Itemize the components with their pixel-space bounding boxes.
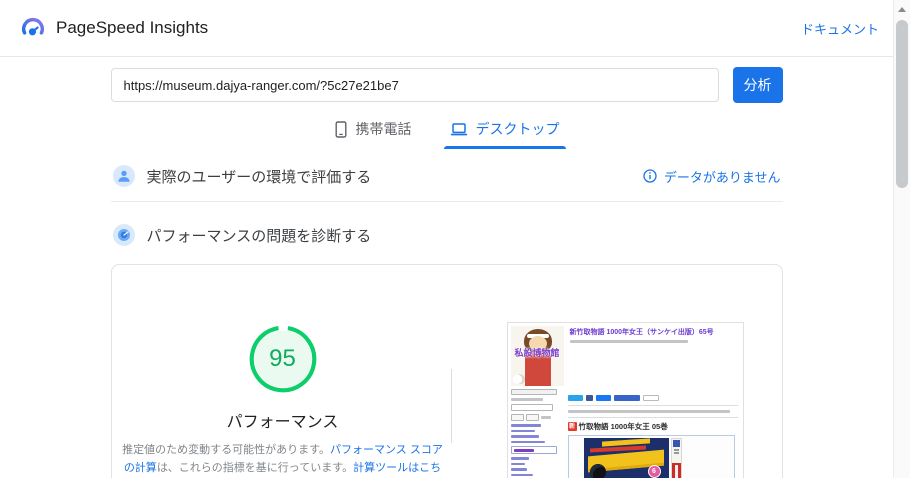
thumb-sidebar bbox=[510, 389, 561, 478]
thumb-divider bbox=[567, 417, 738, 418]
app-header: PageSpeed Insights ドキュメント bbox=[0, 0, 893, 57]
thumb-share-button bbox=[585, 395, 593, 401]
thumb-cat bbox=[512, 374, 525, 384]
thumb-book-spine bbox=[670, 438, 682, 478]
thumb-list-header-box bbox=[510, 446, 557, 454]
thumb-tags-line bbox=[567, 410, 730, 413]
thumb-link-line bbox=[510, 429, 535, 432]
tab-mobile[interactable]: 携帯電話 bbox=[328, 115, 418, 149]
thumb-link-line bbox=[510, 468, 527, 471]
field-data-section: 実際のユーザーの環境で評価する データがありません bbox=[110, 159, 783, 202]
spine-text-line bbox=[673, 449, 679, 451]
tab-desktop[interactable]: デスクトップ bbox=[443, 115, 566, 149]
tab-mobile-label: 携帯電話 bbox=[355, 121, 412, 137]
thumb-page-title: 新竹取物語 1000年女王（サンケイ出版）65号 bbox=[569, 329, 714, 336]
thumb-manga-cover: 6 bbox=[583, 438, 669, 478]
no-data-label: データがありません bbox=[663, 169, 781, 185]
spine-red-block bbox=[671, 463, 681, 478]
page: PageSpeed Insights ドキュメント 分析 携帯電話 bbox=[0, 0, 893, 478]
thumb-share-button bbox=[567, 395, 583, 401]
thumb-post-heading: 新 竹取物語 1000年女王 05巻 bbox=[567, 421, 740, 431]
thumb-link-line bbox=[510, 435, 539, 438]
score-gauge: 95 bbox=[247, 323, 319, 395]
lab-section-title: パフォーマンスの問題を診断する bbox=[146, 227, 372, 245]
cover-volume-number: 6 bbox=[647, 465, 661, 478]
thumb-search-widget bbox=[510, 404, 553, 411]
thumb-main-column: 新 竹取物語 1000年女王 05巻 6 bbox=[567, 395, 740, 478]
spine-text-line bbox=[673, 452, 679, 454]
logo-title: PageSpeed Insights bbox=[20, 15, 208, 41]
main-content: 分析 携帯電話 デスクトップ bbox=[110, 67, 783, 478]
thumb-link-line bbox=[510, 457, 529, 460]
analyze-button[interactable]: 分析 bbox=[732, 67, 783, 103]
thumb-share-button bbox=[613, 395, 640, 401]
thumb-divider bbox=[567, 405, 738, 406]
field-data-status[interactable]: データがありません bbox=[643, 167, 781, 186]
thumb-select-widget bbox=[510, 389, 557, 395]
thumb-site-header-image: 私設博物館 bbox=[510, 326, 564, 386]
lab-section-header: パフォーマンスの問題を診断する bbox=[111, 220, 783, 250]
thumb-share-button bbox=[595, 395, 611, 401]
thumb-link-line bbox=[510, 440, 545, 443]
performance-score-block: 95 パフォーマンス 推定値のため変動する可能性があります。パフォーマンス スコ… bbox=[118, 323, 448, 478]
thumb-cover-image: 6 bbox=[567, 435, 735, 478]
thumb-link-line bbox=[510, 424, 541, 427]
thumb-mini-button bbox=[525, 414, 539, 421]
score-disclaimer: 推定値のため変動する可能性があります。パフォーマンス スコアの計算は、これらの指… bbox=[122, 441, 444, 478]
analyze-bar: 分析 bbox=[110, 67, 783, 103]
thumb-site-title: 私設博物館 bbox=[514, 348, 560, 358]
thumb-social-buttons bbox=[567, 395, 740, 401]
pagespeed-logo-icon bbox=[21, 17, 45, 36]
disclaimer-text-1: 推定値のため変動する可能性があります。 bbox=[122, 444, 331, 456]
thumb-link-line bbox=[510, 473, 533, 476]
page-screenshot-thumbnail: 私設博物館 新竹取物語 1000年女王（サンケイ出版）65号 新 竹取物語 10… bbox=[506, 322, 744, 478]
thumb-share-button bbox=[642, 395, 659, 401]
thumb-new-badge: 新 bbox=[567, 422, 577, 431]
thumb-link-line bbox=[510, 462, 525, 465]
cover-planet bbox=[589, 464, 606, 478]
thumb-breadcrumb-line bbox=[569, 340, 688, 343]
url-input[interactable] bbox=[110, 68, 719, 102]
thumb-text-line bbox=[510, 398, 543, 401]
tab-desktop-label: デスクトップ bbox=[475, 121, 560, 137]
user-environment-icon bbox=[112, 165, 135, 187]
diagnose-gauge-icon bbox=[112, 224, 135, 246]
thumb-text-line bbox=[540, 416, 551, 419]
docs-link[interactable]: ドキュメント bbox=[801, 19, 879, 38]
phone-icon bbox=[335, 120, 347, 138]
thumb-list-header-line bbox=[513, 448, 534, 452]
scrollbar-thumb[interactable] bbox=[896, 20, 908, 188]
score-label: パフォーマンス bbox=[226, 414, 339, 431]
field-section-title: 実際のユーザーの環境で評価する bbox=[146, 168, 372, 186]
scroll-up-arrow-icon[interactable] bbox=[898, 7, 906, 12]
report-card: 95 パフォーマンス 推定値のため変動する可能性があります。パフォーマンス スコ… bbox=[110, 264, 783, 478]
card-vertical-divider bbox=[450, 369, 452, 443]
laptop-icon bbox=[450, 122, 467, 135]
info-icon bbox=[643, 169, 657, 183]
spine-logo bbox=[672, 440, 680, 447]
thumb-post-title: 竹取物語 1000年女王 05巻 bbox=[578, 421, 668, 431]
score-value: 95 bbox=[269, 345, 296, 372]
page-scrollbar[interactable] bbox=[893, 0, 910, 478]
field-section-header: 実際のユーザーの環境で評価する bbox=[112, 165, 372, 187]
app-title: PageSpeed Insights bbox=[56, 18, 209, 37]
thumb-button-row bbox=[510, 414, 561, 421]
device-tabs: 携帯電話 デスクトップ bbox=[111, 115, 783, 149]
thumb-mini-button bbox=[510, 414, 524, 421]
disclaimer-text-2: は、これらの指標を基に行っています。 bbox=[156, 462, 354, 475]
spine-white-line bbox=[674, 465, 678, 478]
